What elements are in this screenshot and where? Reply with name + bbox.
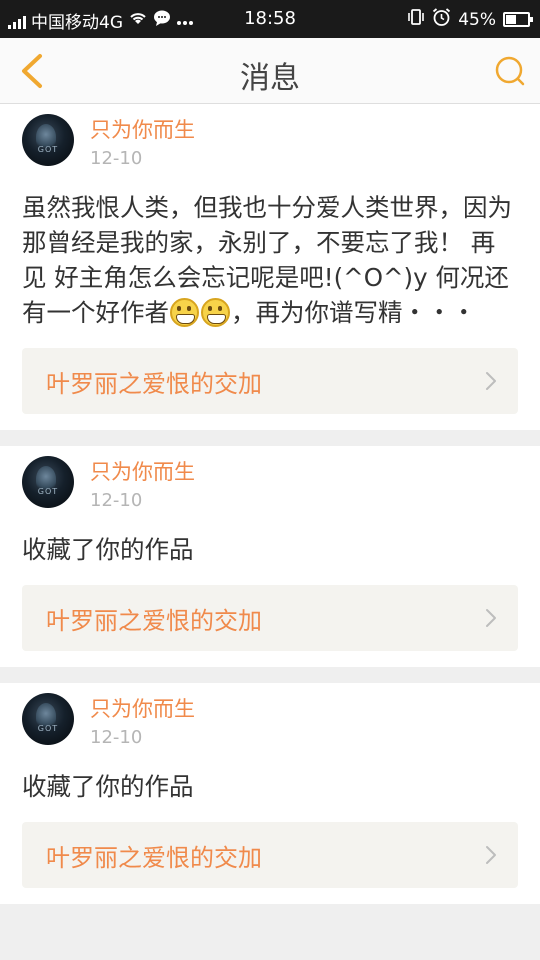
message-date: 12-10: [90, 490, 143, 511]
message-card: GOT 只为你而生 12-10 收藏了你的作品 叶罗丽之爱恨的交加: [0, 446, 540, 667]
message-date: 12-10: [90, 148, 143, 169]
more-notifications-icon: [176, 11, 194, 31]
alarm-icon: [432, 8, 451, 31]
avatar[interactable]: GOT: [22, 693, 74, 745]
message-feed: GOT 只为你而生 12-10 虽然我恨人类，但我也十分爱人类世界，因为那曾经是…: [0, 104, 540, 920]
work-title: 叶罗丽之爱恨的交加: [46, 843, 262, 872]
status-bar: 中国移动4G 18:58 45%: [0, 0, 540, 38]
message-text-part: ，再为你谱写精・・・: [231, 298, 476, 327]
message-date: 12-10: [90, 727, 143, 748]
username[interactable]: 只为你而生: [90, 696, 195, 722]
chat-notification-icon: [153, 10, 171, 31]
status-left: 中国移动4G: [8, 8, 194, 33]
work-title: 叶罗丽之爱恨的交加: [46, 369, 262, 398]
header: 消息: [0, 38, 540, 104]
user-meta: 只为你而生 12-10: [90, 456, 195, 513]
wifi-icon: [128, 10, 148, 31]
message-text: 收藏了你的作品: [22, 535, 194, 564]
status-right: 45%: [407, 8, 533, 31]
user-meta: 只为你而生 12-10: [90, 693, 195, 750]
work-link[interactable]: 叶罗丽之爱恨的交加: [22, 348, 518, 414]
avatar-art: GOT: [37, 724, 59, 733]
grinning-emoji-icon: [170, 298, 199, 327]
chevron-right-icon: [486, 609, 496, 627]
message-text: 收藏了你的作品: [22, 772, 194, 801]
search-button[interactable]: [494, 55, 526, 87]
user-row: GOT 只为你而生 12-10: [22, 114, 518, 178]
user-row: GOT 只为你而生 12-10: [22, 693, 518, 757]
avatar[interactable]: GOT: [22, 114, 74, 166]
work-link[interactable]: 叶罗丽之爱恨的交加: [22, 822, 518, 888]
battery-icon: [503, 12, 533, 27]
chevron-right-icon: [486, 846, 496, 864]
message-card: GOT 只为你而生 12-10 收藏了你的作品 叶罗丽之爱恨的交加: [0, 683, 540, 904]
vibrate-icon: [407, 9, 425, 30]
carrier-label: 中国移动4G: [31, 13, 123, 33]
user-meta: 只为你而生 12-10: [90, 114, 195, 171]
avatar[interactable]: GOT: [22, 456, 74, 508]
username[interactable]: 只为你而生: [90, 117, 195, 143]
avatar-art: GOT: [37, 487, 59, 496]
page-title: 消息: [240, 61, 300, 96]
battery-percent: 45%: [458, 9, 496, 30]
username[interactable]: 只为你而生: [90, 459, 195, 485]
grinning-emoji-icon: [201, 298, 230, 327]
chevron-right-icon: [486, 372, 496, 390]
search-icon: [495, 56, 525, 86]
work-title: 叶罗丽之爱恨的交加: [46, 606, 262, 635]
avatar-art: GOT: [37, 145, 59, 154]
user-row: GOT 只为你而生 12-10: [22, 456, 518, 520]
message-text: 虽然我恨人类，但我也十分爱人类世界，因为那曾经是我的家，永别了，不要忘了我！ 再…: [22, 190, 518, 330]
signal-icon: [8, 13, 26, 29]
work-link[interactable]: 叶罗丽之爱恨的交加: [22, 585, 518, 651]
message-card: GOT 只为你而生 12-10 虽然我恨人类，但我也十分爱人类世界，因为那曾经是…: [0, 104, 540, 430]
